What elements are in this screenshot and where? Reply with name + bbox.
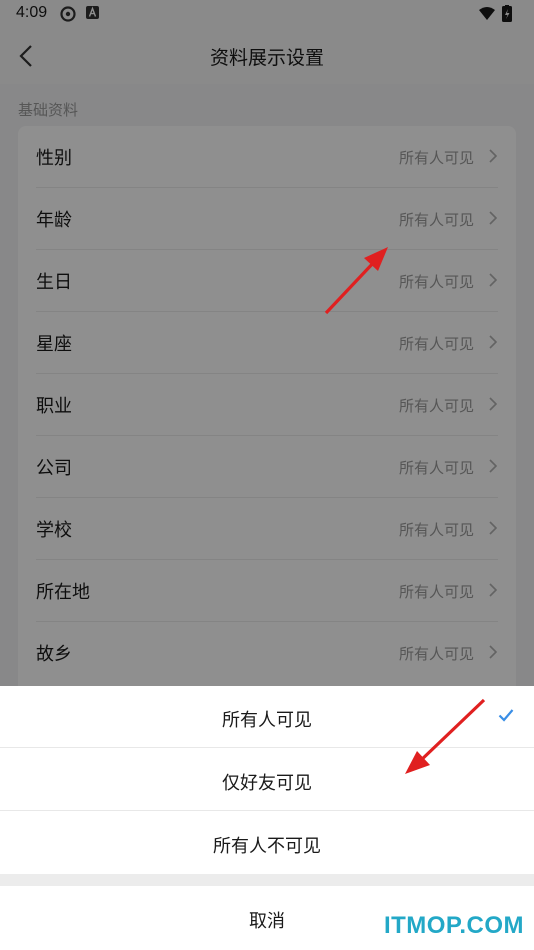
divider <box>0 747 534 748</box>
option-label: 仅好友可见 <box>222 773 312 794</box>
option-friends-only[interactable]: 仅好友可见 <box>0 749 534 811</box>
option-nobody-visible[interactable]: 所有人不可见 <box>0 812 534 874</box>
option-everyone-visible[interactable]: 所有人可见 <box>0 686 534 748</box>
watermark: ITMOP.COM <box>383 912 524 939</box>
divider <box>0 810 534 811</box>
sheet-separator <box>0 874 534 886</box>
check-icon <box>498 709 514 722</box>
screen: 4:09 资料展示设置 基础资料 性别 所有人可见 年龄 所有人可见 生日 所有… <box>0 0 534 950</box>
visibility-bottom-sheet: 所有人可见 仅好友可见 所有人不可见 取消 <box>0 686 534 950</box>
option-label: 所有人可见 <box>222 710 312 731</box>
option-label: 所有人不可见 <box>213 836 321 857</box>
